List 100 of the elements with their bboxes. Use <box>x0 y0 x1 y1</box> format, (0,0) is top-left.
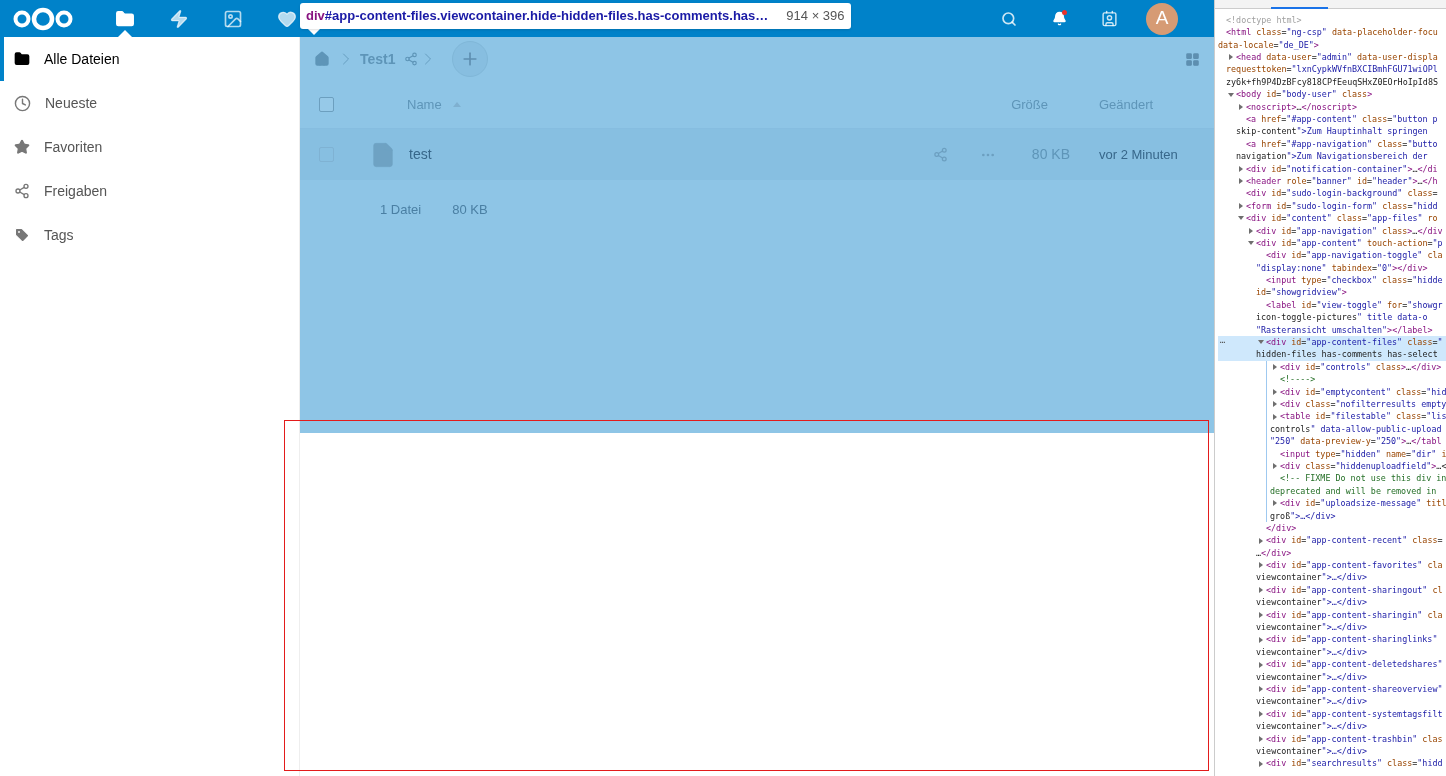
expand-triangle-icon[interactable] <box>1238 203 1244 210</box>
file-count: 1 Datei <box>380 201 422 220</box>
expand-triangle-icon[interactable] <box>1272 463 1278 470</box>
file-name[interactable]: test <box>409 144 432 165</box>
code-line: <noscript>…</noscript> <box>1246 100 1357 114</box>
code-line: zy6k+fh9P4DzBFcy818CPfEeuqSHxZ0EOrHoIpId8S <box>1226 75 1438 89</box>
code-line: <div id="app-content-shareoverview" <box>1266 683 1443 696</box>
more-dots[interactable]: ⋯ <box>1220 336 1226 349</box>
lightning-icon[interactable] <box>169 8 189 29</box>
expand-triangle-icon[interactable] <box>1258 636 1264 643</box>
expand-triangle-icon[interactable] <box>1258 611 1264 618</box>
code-line: viewcontainer">…</div> <box>1256 645 1367 659</box>
code-line: icon-toggle-pictures" title data-o <box>1256 311 1428 324</box>
code-line: viewcontainer">…</div> <box>1256 695 1367 708</box>
code-line: <header role="banner" id="header">…</h <box>1246 174 1438 188</box>
code-line: <div id="app-content-systemtagsfilt <box>1266 707 1443 721</box>
code-line: <div id="searchresults" class="hidd <box>1266 757 1443 770</box>
code-line: <form id="sudo-login-form" class="hidd <box>1246 199 1438 213</box>
collapse-triangle-icon[interactable] <box>1258 339 1264 346</box>
code-line: <div id="app-content-sharinglinks" <box>1266 633 1438 647</box>
select-all-checkbox[interactable] <box>319 97 334 112</box>
code-line: …</div> <box>1256 546 1292 560</box>
code-line: <!----> <box>1280 373 1316 386</box>
code-line: "Rasteransicht umschalten"></label> <box>1256 323 1433 337</box>
expand-triangle-icon[interactable] <box>1238 178 1244 185</box>
collapse-triangle-icon[interactable] <box>1228 91 1234 98</box>
code-line: <html class="ng-csp" data-placeholder-focu <box>1226 26 1438 39</box>
code-line: <div id="notification-container">…</di <box>1246 162 1438 176</box>
expand-triangle-icon[interactable] <box>1238 103 1244 110</box>
code-line: hidden-files has-comments has-select <box>1256 348 1438 362</box>
code-line: skip-content">Zum Hauptinhalt springen <box>1236 125 1428 138</box>
code-line: deprecated and will be removed in <box>1270 484 1437 498</box>
code-line: <div id="uploadsize-message" titl <box>1280 497 1446 510</box>
code-line: <div id="app-content-trashbin" clas <box>1266 732 1443 746</box>
code-line: <div id="app-content-files" class=" <box>1266 336 1443 349</box>
code-line: <body id="body-user" class> <box>1236 88 1373 101</box>
expand-triangle-icon[interactable] <box>1258 587 1264 594</box>
code-line: id="showgridview"> <box>1256 286 1347 300</box>
code-line: <a href="#app-navigation" class="butto <box>1246 137 1438 151</box>
code-line: <div id="app-content-favorites" cla <box>1266 559 1443 572</box>
code-line: <!doctype html> <box>1226 13 1302 27</box>
expand-triangle-icon[interactable] <box>1258 537 1264 544</box>
code-line: <div id="controls" class>…</div> <box>1280 360 1442 374</box>
expand-triangle-icon[interactable] <box>1272 401 1278 408</box>
share-icon <box>14 183 30 199</box>
logo-icon[interactable] <box>13 6 73 31</box>
code-line: </div> <box>1266 521 1297 535</box>
code-line: <a href="#app-content" class="button p <box>1246 113 1438 126</box>
sidebar-item[interactable]: Favoriten <box>0 125 299 169</box>
code-line: <div id="app-navigation-toggle" cla <box>1266 249 1443 262</box>
expand-triangle-icon[interactable] <box>1272 364 1278 371</box>
code-line: <div id="sudo-login-background" class= <box>1246 187 1438 200</box>
code-line: <div id="app-navigation" class>…</div <box>1256 224 1443 238</box>
expand-triangle-icon[interactable] <box>1272 413 1278 420</box>
sidebar-item[interactable]: Freigaben <box>0 169 299 213</box>
code-line: requesttoken="lxnCypkWVfnBXCIBmhFGU71wiOPl <box>1226 63 1438 77</box>
code-line: <input type="checkbox" class="hidde <box>1266 274 1443 287</box>
modified-time: vor 2 Minuten <box>1099 145 1179 164</box>
code-line: <div id="content" class="app-files" ro <box>1246 212 1438 225</box>
code-line: <div id="app-content-deletedshares" <box>1266 658 1443 671</box>
code-line: <div id="emptycontent" class="hid <box>1280 385 1446 399</box>
code-line: viewcontainer">…</div> <box>1256 744 1367 758</box>
code-line: "250" data-preview-y="250">…</tabl <box>1270 435 1442 448</box>
expand-triangle-icon[interactable] <box>1228 54 1234 61</box>
expand-triangle-icon[interactable] <box>1248 227 1254 234</box>
code-line: <div id="app-content-sharingout" cl <box>1266 583 1443 597</box>
image-icon[interactable] <box>223 8 243 29</box>
code-line: <div class="nofilterresults empty <box>1280 398 1446 411</box>
sidebar-item[interactable]: Neueste <box>0 81 299 125</box>
expand-triangle-icon[interactable] <box>1258 562 1264 569</box>
sidebar-item[interactable]: Tags <box>0 213 299 257</box>
code-line: groß">…</div> <box>1270 509 1336 523</box>
tag-icon <box>14 227 30 243</box>
code-line: <head data-user="admin" data-user-displa <box>1236 51 1438 64</box>
user-avatar[interactable]: A <box>1146 2 1178 35</box>
code-line: viewcontainer">…</div> <box>1256 720 1367 733</box>
element-selector: div#app-content-files.viewcontainer.hide-hidden-files.has-comments.has… <box>306 7 769 26</box>
code-line: navigation">Zum Navigationsbereich der <box>1236 150 1428 163</box>
code-line: <!-- FIXME Do not use this div in <box>1280 472 1446 485</box>
code-line: <div id="app-content-sharingin" cla <box>1266 608 1443 622</box>
expand-triangle-icon[interactable] <box>1258 661 1264 668</box>
code-line: <div id="app-content" touch-action="p <box>1256 236 1443 250</box>
expand-triangle-icon[interactable] <box>1272 388 1278 395</box>
star-icon <box>14 139 30 155</box>
element-size: 914 × 396 <box>786 7 845 26</box>
code-line: <div class="hiddenuploadfield">…< <box>1280 459 1446 473</box>
expand-triangle-icon[interactable] <box>1258 686 1264 693</box>
collapse-triangle-icon[interactable] <box>1238 215 1244 222</box>
total-size: 80 KB <box>452 201 488 220</box>
expand-triangle-icon[interactable] <box>1258 735 1264 742</box>
expand-triangle-icon[interactable] <box>1238 165 1244 172</box>
expand-triangle-icon[interactable] <box>1272 500 1278 507</box>
expand-triangle-icon[interactable] <box>1258 760 1264 767</box>
collapse-triangle-icon[interactable] <box>1248 240 1254 247</box>
folder-icon <box>14 51 30 67</box>
code-line: "display:none" tabindex="0"></div> <box>1256 261 1428 275</box>
expand-triangle-icon[interactable] <box>1258 711 1264 718</box>
code-line: <input type="hidden" name="dir" i <box>1280 447 1446 461</box>
code-line: controls" data-allow-public-upload <box>1270 422 1442 436</box>
code-line: viewcontainer">…</div> <box>1256 670 1367 684</box>
